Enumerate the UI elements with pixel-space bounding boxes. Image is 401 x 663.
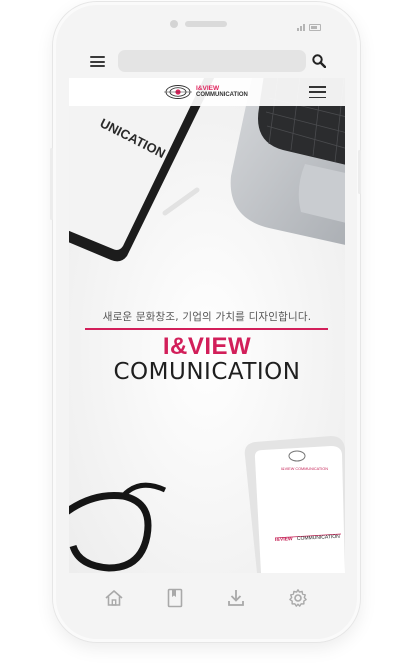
bookmark-icon[interactable] — [165, 588, 185, 608]
logo-text-secondary: COMMUNICATION — [196, 92, 248, 99]
signal-icon — [297, 24, 305, 31]
phone-side-button — [50, 148, 53, 220]
logo-mark-icon — [164, 85, 192, 99]
phone-mock-logo: I&VIEW COMMUNICATION — [281, 467, 328, 471]
site-logo[interactable]: I&VIEW COMMUNICATION — [164, 83, 248, 101]
address-bar-input[interactable] — [118, 50, 306, 72]
phone-side-button — [358, 150, 361, 194]
home-icon[interactable] — [104, 588, 124, 608]
hero-tagline: 새로운 문화창조, 기업의 가치를 디자인합니다. — [102, 311, 312, 323]
front-camera — [170, 20, 178, 28]
hero-brand-title: I&VIEW — [162, 333, 252, 360]
hero-divider — [85, 328, 328, 330]
phone-mockup-image: I&VIEW COMMUNICATION I&VIEW COMMUNICATIO… — [244, 436, 345, 573]
status-bar — [297, 24, 321, 31]
download-icon[interactable] — [226, 588, 246, 608]
web-viewport: UNICATION I&VIEW COMMUNICATION I&VIEW CO… — [69, 78, 345, 573]
phone-mock-brand1: I&VIEW — [275, 536, 293, 543]
search-icon[interactable] — [312, 54, 326, 68]
speaker-grille — [185, 21, 227, 27]
hero-background-photo: UNICATION I&VIEW COMMUNICATION I&VIEW CO… — [69, 78, 345, 573]
site-header: I&VIEW COMMUNICATION — [69, 78, 345, 106]
site-menu-icon[interactable] — [309, 86, 326, 98]
hero-brand-subtitle: COMUNICATION — [113, 359, 301, 385]
browser-menu-icon[interactable] — [90, 56, 105, 67]
settings-icon[interactable] — [288, 588, 308, 608]
battery-icon — [309, 24, 321, 31]
